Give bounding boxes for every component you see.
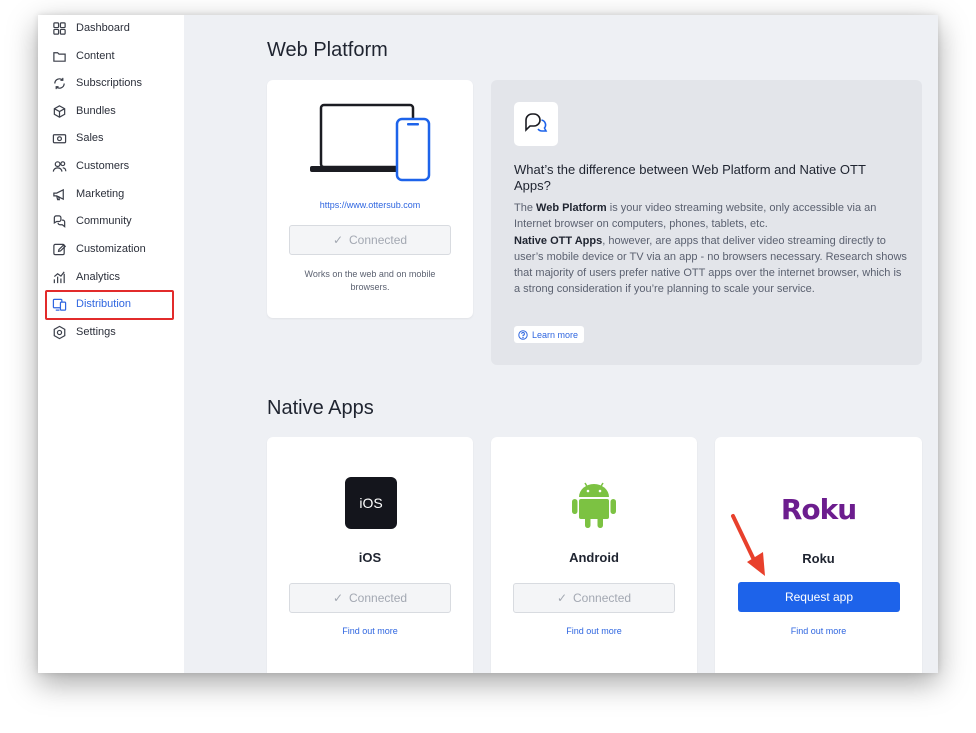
android-find-out-more-link[interactable]: Find out more: [491, 626, 697, 636]
connected-label: Connected: [349, 233, 408, 247]
sidebar-item-customization[interactable]: Customization: [52, 238, 146, 260]
sidebar-item-label: Bundles: [76, 105, 116, 117]
sidebar-item-dashboard[interactable]: Dashboard: [52, 17, 130, 39]
sidebar-item-label: Settings: [76, 326, 116, 338]
chat-icon: [53, 214, 66, 228]
sidebar-item-label: Sales: [76, 132, 104, 144]
learn-more-label: Learn more: [532, 329, 579, 340]
app-window: Dashboard Content Subscriptions Bundles …: [38, 15, 938, 673]
android-connected-button: ✓ Connected: [513, 583, 675, 613]
info-bold-web-platform: Web Platform: [536, 202, 607, 214]
info-text: The: [514, 202, 537, 214]
request-app-button[interactable]: Request app: [738, 582, 900, 612]
web-platform-card: https://www.ottersub.com ✓ Connected Wor…: [267, 80, 473, 318]
devices-icon: [52, 298, 67, 311]
sidebar-item-label: Dashboard: [76, 22, 130, 34]
sidebar-item-sales[interactable]: Sales: [52, 127, 104, 149]
gear-icon: [53, 325, 66, 339]
sidebar-item-label: Content: [76, 50, 115, 62]
roku-card: Roku Roku Request app Find out more: [715, 437, 922, 673]
main-content: Web Platform https://www.ottersub.com ✓ …: [184, 15, 938, 673]
sidebar-item-label: Distribution: [76, 298, 132, 310]
info-icon-box: [514, 102, 558, 146]
sidebar-item-label: Subscriptions: [76, 77, 143, 89]
sidebar-item-marketing[interactable]: Marketing: [52, 183, 124, 205]
sidebar-item-settings[interactable]: Settings: [52, 321, 116, 343]
cube-icon: [53, 104, 66, 118]
info-body: The Web Platform is your video streaming…: [514, 200, 909, 298]
learn-more-button[interactable]: Learn more: [514, 326, 585, 343]
sidebar-item-label: Community: [76, 215, 132, 227]
info-bold-native-apps: Native OTT Apps: [514, 234, 603, 247]
help-icon: [518, 329, 528, 340]
refresh-icon: [54, 77, 65, 89]
folder-icon: [53, 51, 66, 62]
connected-label: Connected: [349, 591, 408, 605]
sidebar-item-community[interactable]: Community: [52, 210, 132, 232]
chat-bubbles-icon: [525, 113, 548, 132]
web-platform-note: Works on the web and on mobile browsers.: [304, 269, 436, 292]
roku-logo: Roku: [780, 493, 857, 526]
edit-icon: [53, 243, 67, 255]
android-card: Android ✓ Connected Find out more: [491, 437, 697, 673]
users-icon: [52, 160, 67, 172]
sidebar-item-subscriptions[interactable]: Subscriptions: [52, 72, 142, 94]
ios-card: iOS iOS ✓ Connected Find out more: [267, 437, 473, 673]
check-icon: ✓: [332, 591, 343, 605]
android-logo-icon: [572, 482, 616, 528]
sidebar-item-distribution[interactable]: Distribution: [52, 293, 131, 315]
info-title: What’s the difference between Web Platfo…: [514, 162, 866, 193]
sidebar-item-label: Analytics: [76, 271, 121, 283]
connected-label: Connected: [573, 591, 632, 605]
ios-logo: iOS: [345, 477, 397, 529]
sidebar: Dashboard Content Subscriptions Bundles …: [38, 15, 184, 673]
roku-app-name: Roku: [802, 551, 835, 566]
web-platform-url-link[interactable]: https://www.ottersub.com: [267, 200, 473, 210]
sidebar-item-analytics[interactable]: Analytics: [52, 266, 120, 288]
check-icon: ✓: [332, 233, 343, 247]
sidebar-item-content[interactable]: Content: [52, 45, 115, 67]
sidebar-item-bundles[interactable]: Bundles: [52, 100, 116, 122]
roku-find-out-more-link[interactable]: Find out more: [715, 626, 922, 636]
devices-illustration-icon: [310, 103, 431, 182]
ios-app-name: iOS: [358, 550, 382, 565]
ios-connected-button: ✓ Connected: [289, 583, 451, 613]
cash-icon: [52, 133, 67, 143]
sidebar-item-label: Customers: [76, 160, 130, 172]
sidebar-item-label: Marketing: [76, 188, 125, 200]
web-platform-title: Web Platform: [267, 39, 388, 61]
grid-icon: [53, 21, 66, 35]
android-app-name: Android: [569, 550, 619, 565]
ios-find-out-more-link[interactable]: Find out more: [267, 626, 473, 636]
info-panel: What’s the difference between Web Platfo…: [491, 80, 922, 365]
native-apps-title: Native Apps: [267, 397, 374, 419]
web-platform-connected-button: ✓ Connected: [289, 225, 451, 255]
check-icon: ✓: [556, 591, 567, 605]
sidebar-item-label: Customization: [76, 243, 146, 255]
chart-icon: [53, 271, 65, 283]
sidebar-item-customers[interactable]: Customers: [52, 155, 129, 177]
megaphone-icon: [53, 188, 64, 200]
